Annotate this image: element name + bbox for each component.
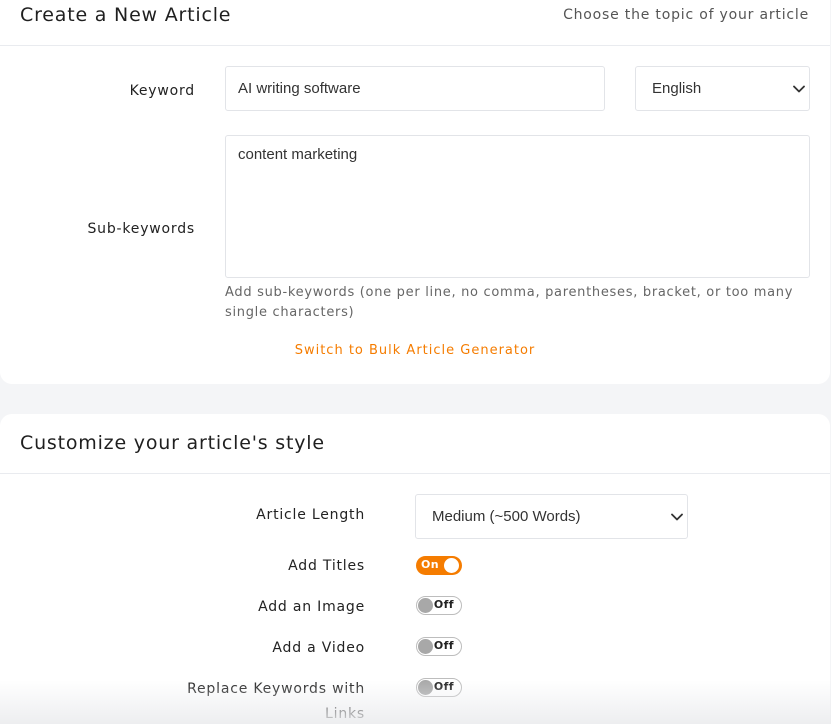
keyword-label: Keyword <box>129 83 195 99</box>
toggle-state-text: Off <box>433 680 454 693</box>
article-length-select[interactable]: Medium (~500 Words) <box>415 494 688 539</box>
add-titles-label: Add Titles <box>288 558 365 574</box>
language-select-value: English <box>652 80 702 97</box>
topic-card: Create a New Article Choose the topic of… <box>0 0 830 384</box>
add-image-toggle[interactable]: Off <box>416 596 462 615</box>
topic-card-subtitle: Choose the topic of your article <box>563 7 809 23</box>
style-card: Customize your article's style Article L… <box>0 414 830 724</box>
toggle-knob <box>418 639 433 654</box>
article-length-label: Article Length <box>256 507 365 523</box>
replace-keywords-toggle[interactable]: Off <box>416 678 462 697</box>
subkeywords-textarea[interactable]: content marketing <box>225 135 810 278</box>
toggle-knob <box>444 558 459 573</box>
toggle-state-text: Off <box>433 598 454 611</box>
topic-card-header: Create a New Article Choose the topic of… <box>0 0 830 46</box>
style-card-header: Customize your article's style <box>0 414 830 474</box>
add-video-toggle[interactable]: Off <box>416 637 462 656</box>
subkeywords-label: Sub-keywords <box>87 221 195 237</box>
chevron-down-icon <box>670 510 684 524</box>
switch-to-bulk-link[interactable]: Switch to Bulk Article Generator <box>0 343 830 358</box>
add-titles-toggle[interactable]: On <box>416 556 462 575</box>
page-title: Create a New Article <box>20 4 232 26</box>
article-length-value: Medium (~500 Words) <box>432 508 581 525</box>
add-video-label: Add a Video <box>272 640 365 656</box>
toggle-state-text: Off <box>433 639 454 652</box>
section-title: Customize your article's style <box>20 432 325 454</box>
chevron-down-icon <box>792 82 806 96</box>
replace-keywords-label: Replace Keywords with Links <box>187 681 365 722</box>
language-select[interactable]: English <box>635 66 810 111</box>
keyword-input[interactable]: AI writing software <box>225 66 605 111</box>
toggle-state-text: On <box>421 558 439 571</box>
toggle-knob <box>418 598 433 613</box>
add-image-label: Add an Image <box>258 599 365 615</box>
toggle-knob <box>418 680 433 695</box>
subkeywords-help-text: Add sub-keywords (one per line, no comma… <box>225 285 794 320</box>
